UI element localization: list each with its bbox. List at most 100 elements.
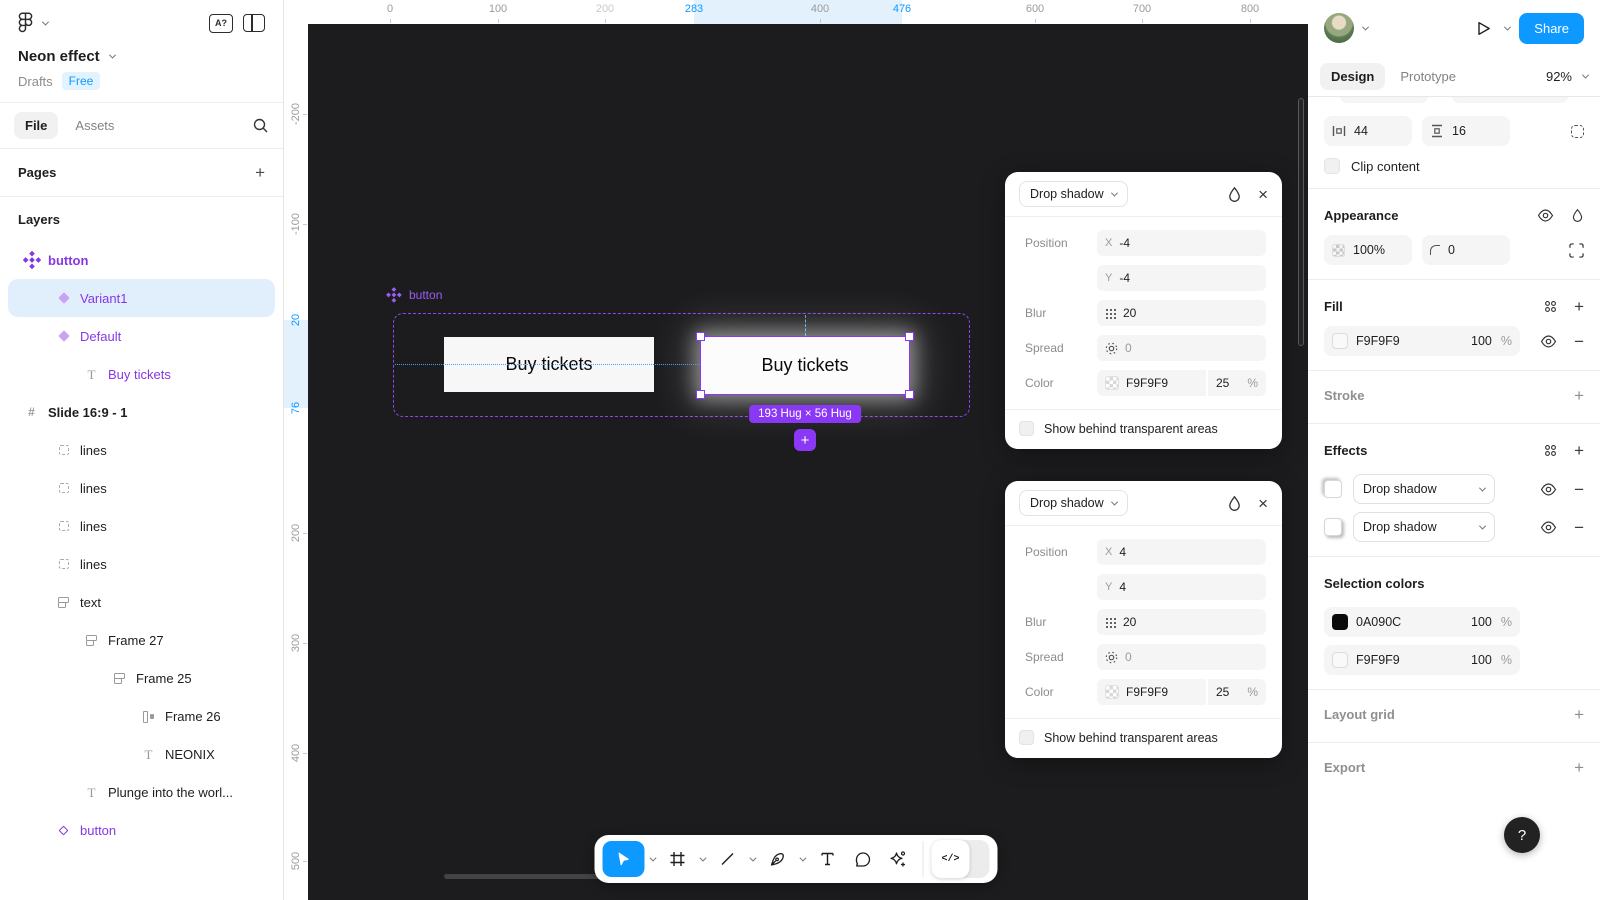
vertical-padding-input[interactable]: 16	[1422, 116, 1510, 146]
search-icon[interactable]	[252, 117, 269, 134]
blend-mode-icon[interactable]	[1227, 495, 1242, 512]
tab-file[interactable]: File	[14, 112, 58, 139]
styles-grid-icon[interactable]	[1544, 300, 1557, 313]
color-swatch-black[interactable]	[1332, 614, 1348, 630]
main-menu-chevron-icon[interactable]	[42, 18, 49, 25]
shadow-x-input[interactable]: X -4	[1097, 230, 1266, 256]
close-icon[interactable]: ×	[1258, 186, 1268, 203]
account-chevron-icon[interactable]	[1362, 23, 1369, 30]
visibility-eye-icon[interactable]	[1537, 209, 1554, 222]
breadcrumb[interactable]: Drafts	[18, 74, 53, 89]
shadow-color-input[interactable]: F9F9F9	[1097, 679, 1206, 705]
effect-thumbnail[interactable]	[1324, 518, 1342, 536]
zoom-level[interactable]: 92%	[1546, 69, 1572, 84]
figma-logo-icon[interactable]	[18, 12, 33, 34]
blend-mode-icon[interactable]	[1571, 208, 1584, 223]
remove-effect-icon[interactable]: −	[1574, 481, 1584, 498]
move-tool-chevron-icon[interactable]	[646, 841, 660, 877]
color-swatch[interactable]	[1105, 376, 1119, 390]
actions-tool-button[interactable]	[881, 841, 915, 877]
shape-tool-button[interactable]	[711, 841, 745, 877]
color-swatch-white[interactable]	[1332, 652, 1348, 668]
resize-handle[interactable]	[905, 332, 914, 341]
layer-row-instance-button[interactable]: button	[0, 811, 283, 849]
toggle-panel-icon[interactable]	[243, 14, 265, 32]
layer-row-frame26[interactable]: Frame 26	[0, 697, 283, 735]
shadow-type-dropdown[interactable]: Drop shadow	[1019, 181, 1128, 207]
opacity-input[interactable]: 100%	[1324, 235, 1412, 265]
zoom-chevron-icon[interactable]	[1582, 71, 1589, 78]
effect-type-dropdown[interactable]: Drop shadow	[1353, 474, 1495, 504]
layer-row-frame25[interactable]: Frame 25	[0, 659, 283, 697]
tab-prototype[interactable]: Prototype	[1389, 63, 1467, 90]
canvas-button-selected[interactable]: Buy tickets	[700, 336, 910, 395]
shadow-color-input[interactable]: F9F9F9	[1097, 370, 1206, 396]
corner-radius-input[interactable]: 0	[1422, 235, 1510, 265]
fill-color-input[interactable]: F9F9F9 100%	[1324, 326, 1520, 356]
pen-tool-button[interactable]	[761, 841, 795, 877]
add-export-icon[interactable]: +	[1574, 759, 1584, 776]
present-play-icon[interactable]	[1475, 20, 1492, 37]
layer-row-neonix[interactable]: T NEONIX	[0, 735, 283, 773]
shadow-opacity-input[interactable]: 25 %	[1208, 679, 1266, 705]
layer-row-lines[interactable]: lines	[0, 431, 283, 469]
close-icon[interactable]: ×	[1258, 495, 1268, 512]
layer-row-lines[interactable]: lines	[0, 507, 283, 545]
show-behind-checkbox[interactable]	[1019, 730, 1034, 745]
tab-assets[interactable]: Assets	[64, 112, 125, 139]
shadow-blur-input[interactable]: 20	[1097, 300, 1266, 326]
file-title-chevron-icon[interactable]	[109, 52, 116, 59]
pen-tool-chevron-icon[interactable]	[796, 841, 810, 877]
shape-tool-chevron-icon[interactable]	[746, 841, 760, 877]
share-button[interactable]: Share	[1519, 13, 1584, 44]
blend-mode-icon[interactable]	[1227, 186, 1242, 203]
dev-mode-toggle[interactable]: </>	[932, 840, 990, 878]
selection-color-input[interactable]: 0A090C 100%	[1324, 607, 1520, 637]
component-set-label[interactable]: button	[386, 287, 442, 302]
individual-padding-icon[interactable]	[1571, 125, 1584, 138]
shadow-type-dropdown[interactable]: Drop shadow	[1019, 490, 1128, 516]
resize-handle[interactable]	[696, 390, 705, 399]
shadow-x-input[interactable]: X 4	[1097, 539, 1266, 565]
resize-handle[interactable]	[905, 390, 914, 399]
shadow-y-input[interactable]: Y -4	[1097, 265, 1266, 291]
add-stroke-icon[interactable]: +	[1574, 387, 1584, 404]
layer-row-slide[interactable]: # Slide 16:9 - 1	[0, 393, 283, 431]
expand-icon[interactable]	[1569, 243, 1584, 258]
resize-handle[interactable]	[696, 332, 705, 341]
tab-design[interactable]: Design	[1320, 63, 1385, 90]
selection-color-input[interactable]: F9F9F9 100%	[1324, 645, 1520, 675]
layer-row-frame27[interactable]: Frame 27	[0, 621, 283, 659]
effect-thumbnail[interactable]	[1324, 480, 1342, 498]
text-tool-button[interactable]	[811, 841, 845, 877]
layer-row-text[interactable]: text	[0, 583, 283, 621]
color-swatch[interactable]	[1105, 685, 1119, 699]
help-button[interactable]: ?	[1504, 817, 1540, 853]
shadow-opacity-input[interactable]: 25 %	[1208, 370, 1266, 396]
add-page-icon[interactable]: +	[255, 164, 265, 181]
remove-fill-icon[interactable]: −	[1574, 333, 1584, 350]
fill-swatch[interactable]	[1332, 333, 1348, 349]
styles-grid-icon[interactable]	[1544, 444, 1557, 457]
effect-type-dropdown[interactable]: Drop shadow	[1353, 512, 1495, 542]
comment-tool-button[interactable]	[846, 841, 880, 877]
horizontal-padding-input[interactable]: 44	[1324, 116, 1412, 146]
layer-row-buy-tickets[interactable]: T Buy tickets	[0, 355, 283, 393]
visibility-eye-icon[interactable]	[1540, 335, 1557, 348]
layer-row-plunge[interactable]: T Plunge into the worl...	[0, 773, 283, 811]
shadow-spread-input[interactable]: 0	[1097, 644, 1266, 670]
canvas[interactable]: 0 100 200 283 400 476 600 700 800 -200 -…	[284, 0, 1308, 900]
draft-rename-icon[interactable]: A?	[209, 14, 233, 33]
layer-row-lines[interactable]: lines	[0, 545, 283, 583]
layer-row-lines[interactable]: lines	[0, 469, 283, 507]
visibility-eye-icon[interactable]	[1540, 483, 1557, 496]
add-effect-icon[interactable]: +	[1574, 442, 1584, 459]
present-chevron-icon[interactable]	[1504, 23, 1511, 30]
frame-tool-button[interactable]	[661, 841, 695, 877]
remove-effect-icon[interactable]: −	[1574, 519, 1584, 536]
visibility-eye-icon[interactable]	[1540, 521, 1557, 534]
layer-row-default[interactable]: Default	[0, 317, 283, 355]
shadow-spread-input[interactable]: 0	[1097, 335, 1266, 361]
shadow-y-input[interactable]: Y 4	[1097, 574, 1266, 600]
frame-tool-chevron-icon[interactable]	[696, 841, 710, 877]
